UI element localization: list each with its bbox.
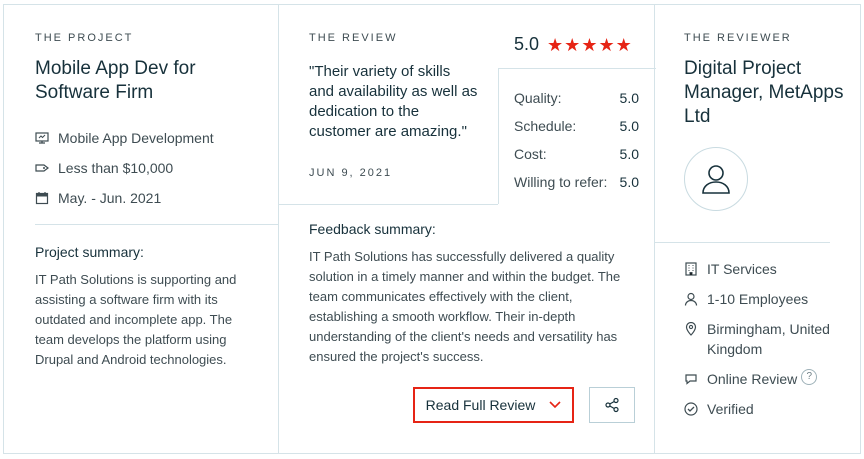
chevron-down-icon: [549, 401, 561, 409]
reviewer-verified: Verified: [684, 399, 832, 419]
verified-check-icon: [684, 402, 698, 416]
star-icon: ★: [615, 34, 632, 55]
reviewer-employees: 1-10 Employees: [684, 289, 832, 309]
rating-value: 5.0: [619, 146, 639, 162]
rating-row-quality: Quality: 5.0: [514, 90, 639, 106]
reviewer-divider: [655, 242, 830, 243]
reviewer-industry: IT Services: [684, 259, 832, 279]
avatar: [684, 147, 748, 211]
overall-rating-value: 5.0: [514, 34, 540, 54]
price-tag-icon: [35, 161, 49, 175]
project-summary-heading: Project summary:: [35, 244, 144, 260]
project-meta-service-text: Mobile App Development: [58, 130, 214, 146]
speech-bubble-icon: [684, 372, 698, 386]
reviewer-details: IT Services 1-10 Employees Birmingham, U…: [684, 259, 832, 429]
reviewer-employees-text: 1-10 Employees: [707, 291, 809, 307]
project-meta-service: Mobile App Development: [35, 123, 214, 153]
project-meta-dates: May. - Jun. 2021: [35, 183, 214, 213]
rating-value: 5.0: [619, 90, 639, 106]
rating-label: Quality:: [514, 90, 562, 106]
project-column: THE PROJECT Mobile App Dev for Software …: [4, 5, 278, 453]
rating-value: 5.0: [619, 174, 639, 190]
share-button[interactable]: [589, 387, 635, 423]
reviewer-location-text: Birmingham, United Kingdom: [707, 321, 830, 357]
share-icon: [605, 397, 619, 413]
monitor-icon: [35, 131, 49, 145]
review-column: THE REVIEW "Their variety of skills and …: [278, 5, 656, 453]
help-icon[interactable]: ?: [801, 369, 818, 385]
feedback-heading: Feedback summary:: [309, 221, 436, 237]
star-icon: ★: [564, 34, 581, 55]
user-icon: [702, 165, 730, 194]
calendar-icon: [35, 191, 49, 205]
star-icon: ★: [547, 34, 564, 55]
project-meta-budget: Less than $10,000: [35, 153, 214, 183]
reviewer-industry-text: IT Services: [707, 261, 777, 277]
project-meta-list: Mobile App Development Less than $10,000…: [35, 123, 214, 213]
project-eyebrow: THE PROJECT: [35, 32, 134, 44]
rating-value: 5.0: [619, 118, 639, 134]
review-eyebrow: THE REVIEW: [309, 32, 398, 44]
review-divider: [279, 204, 498, 205]
project-divider: [35, 224, 278, 225]
rating-label: Willing to refer:: [514, 174, 608, 190]
reviewer-eyebrow: THE REVIEWER: [684, 32, 792, 44]
project-title: Mobile App Dev for Software Firm: [35, 58, 196, 103]
rating-row-schedule: Schedule: 5.0: [514, 118, 639, 134]
reviewer-verified-text: Verified: [707, 401, 754, 417]
reviewer-location: Birmingham, United Kingdom: [684, 319, 832, 359]
rating-label: Cost:: [514, 146, 547, 162]
project-meta-budget-text: Less than $10,000: [58, 160, 174, 176]
feedback-text: IT Path Solutions has successfully deliv…: [309, 249, 621, 364]
review-card: THE PROJECT Mobile App Dev for Software …: [3, 4, 861, 454]
read-full-review-label: Read Full Review: [425, 397, 536, 413]
project-summary-text: IT Path Solutions is supporting and assi…: [35, 272, 237, 367]
reviewer-title: Digital Project Manager, MetApps Ltd: [684, 58, 844, 127]
reviewer-column: THE REVIEWER Digital Project Manager, Me…: [655, 5, 860, 453]
star-icon: ★: [581, 34, 598, 55]
overall-rating: 5.0 ★ ★ ★ ★ ★: [514, 34, 633, 55]
read-full-review-button[interactable]: Read Full Review: [413, 387, 574, 423]
person-icon: [684, 292, 698, 306]
reviewer-source-text: Online Review: [707, 371, 798, 387]
rating-row-refer: Willing to refer: 5.0: [514, 174, 639, 190]
rating-label: Schedule:: [514, 118, 577, 134]
rating-breakdown: Quality: 5.0 Schedule: 5.0 Cost: 5.0 Wil…: [498, 68, 656, 204]
rating-row-cost: Cost: 5.0: [514, 146, 639, 162]
review-date: JUN 9, 2021: [309, 167, 393, 179]
location-pin-icon: [684, 322, 698, 336]
star-icon: ★: [598, 34, 615, 55]
reviewer-source: Online Review ?: [684, 369, 832, 389]
building-icon: [684, 262, 698, 276]
review-quote: "Their variety of skills and availabilit…: [309, 63, 478, 140]
rating-stars: ★ ★ ★ ★ ★: [547, 36, 633, 54]
project-meta-dates-text: May. - Jun. 2021: [58, 190, 162, 206]
